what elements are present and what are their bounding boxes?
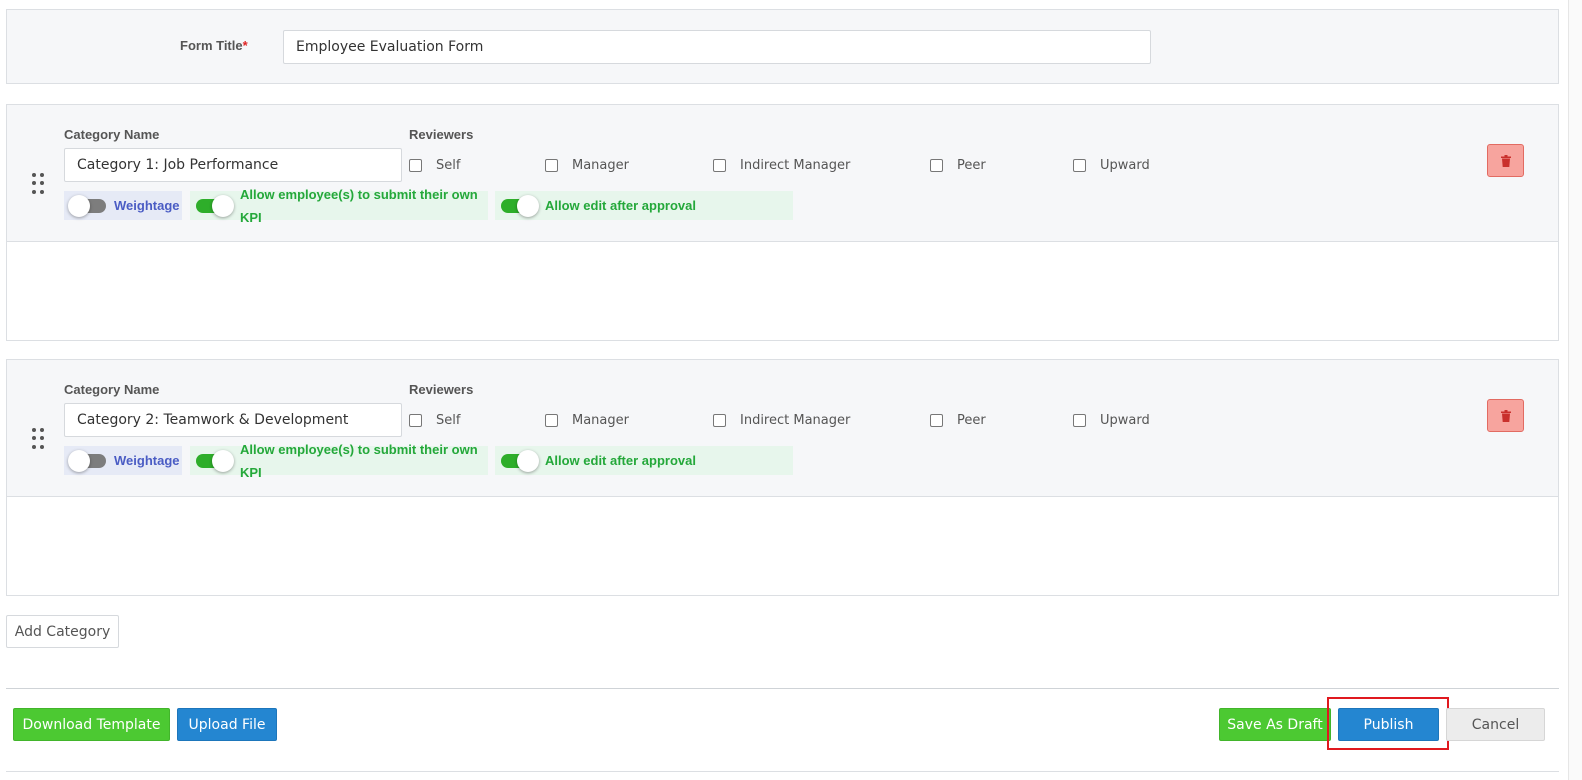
kpi-toggle[interactable] — [196, 449, 234, 472]
drag-handle-icon[interactable] — [32, 428, 44, 450]
weightage-toggle-block: Weightage — [64, 191, 182, 220]
category-card-1: Category Name Category 1: Job Performanc… — [6, 104, 1559, 242]
reviewers-label: Reviewers — [409, 127, 474, 142]
checkbox-box[interactable] — [930, 159, 943, 172]
toggle-knob — [68, 449, 90, 472]
kpi-toggle[interactable] — [196, 194, 234, 217]
reviewer-peer-checkbox[interactable]: Peer — [930, 158, 986, 173]
edit-after-approval-toggle-block: Allow edit after approval — [495, 191, 793, 220]
edit-after-approval-label: Allow edit after approval — [545, 453, 696, 468]
category-name-label: Category Name — [64, 382, 160, 397]
reviewer-upward-checkbox[interactable]: Upward — [1073, 413, 1150, 428]
cancel-button[interactable]: Cancel — [1446, 708, 1545, 741]
reviewer-self-checkbox[interactable]: Self — [409, 413, 460, 428]
weightage-toggle[interactable] — [68, 449, 106, 472]
add-category-button[interactable]: Add Category — [6, 615, 119, 648]
reviewer-indirect-manager-checkbox[interactable]: Indirect Manager — [713, 413, 850, 428]
kpi-label: Allow employee(s) to submit their own KP… — [240, 187, 478, 225]
category-body-2 — [6, 497, 1559, 596]
edit-after-approval-toggle[interactable] — [501, 194, 539, 217]
category-name-input[interactable]: Category 2: Teamwork & Development — [64, 403, 402, 437]
weightage-toggle[interactable] — [68, 194, 106, 217]
form-title-label: Form Title* — [180, 38, 248, 53]
trash-icon — [1500, 154, 1511, 167]
form-title-input[interactable]: Employee Evaluation Form — [283, 30, 1151, 64]
edit-after-approval-toggle[interactable] — [501, 449, 539, 472]
reviewers-label: Reviewers — [409, 382, 474, 397]
kpi-label: Allow employee(s) to submit their own KP… — [240, 442, 478, 480]
reviewer-peer-checkbox[interactable]: Peer — [930, 413, 986, 428]
checkbox-box[interactable] — [545, 159, 558, 172]
reviewer-manager-checkbox[interactable]: Manager — [545, 158, 629, 173]
required-mark: * — [242, 38, 248, 53]
drag-handle-icon[interactable] — [32, 173, 44, 195]
vertical-scrollbar[interactable] — [1568, 0, 1582, 780]
checkbox-box[interactable] — [409, 159, 422, 172]
checkbox-box[interactable] — [1073, 159, 1086, 172]
checkbox-box[interactable] — [713, 159, 726, 172]
weightage-toggle-block: Weightage — [64, 446, 182, 475]
checkbox-box[interactable] — [930, 414, 943, 427]
kpi-toggle-block: Allow employee(s) to submit their own KP… — [190, 442, 488, 480]
reviewer-manager-checkbox[interactable]: Manager — [545, 413, 629, 428]
reviewer-upward-checkbox[interactable]: Upward — [1073, 158, 1150, 173]
toggle-knob — [517, 194, 539, 217]
publish-highlight-box — [1327, 697, 1449, 750]
bottom-border — [6, 771, 1559, 772]
delete-category-button[interactable] — [1487, 144, 1524, 177]
toggle-knob — [212, 449, 234, 472]
checkbox-box[interactable] — [1073, 414, 1086, 427]
save-as-draft-button[interactable]: Save As Draft — [1219, 708, 1331, 741]
reviewer-self-checkbox[interactable]: Self — [409, 158, 460, 173]
weightage-label: Weightage — [114, 198, 180, 213]
reviewer-indirect-manager-checkbox[interactable]: Indirect Manager — [713, 158, 850, 173]
checkbox-box[interactable] — [545, 414, 558, 427]
trash-icon — [1500, 409, 1511, 422]
category-name-label: Category Name — [64, 127, 160, 142]
checkbox-box[interactable] — [713, 414, 726, 427]
delete-category-button[interactable] — [1487, 399, 1524, 432]
edit-after-approval-toggle-block: Allow edit after approval — [495, 446, 793, 475]
category-card-2: Category Name Category 2: Teamwork & Dev… — [6, 359, 1559, 497]
category-name-input[interactable]: Category 1: Job Performance — [64, 148, 402, 182]
weightage-label: Weightage — [114, 453, 180, 468]
download-template-button[interactable]: Download Template — [13, 708, 170, 741]
toggle-knob — [68, 194, 90, 217]
footer-divider — [6, 688, 1559, 689]
category-body-1 — [6, 242, 1559, 341]
kpi-toggle-block: Allow employee(s) to submit their own KP… — [190, 187, 488, 225]
toggle-knob — [212, 194, 234, 217]
checkbox-box[interactable] — [409, 414, 422, 427]
form-title-panel: Form Title* Employee Evaluation Form — [6, 9, 1559, 84]
edit-after-approval-label: Allow edit after approval — [545, 198, 696, 213]
upload-file-button[interactable]: Upload File — [177, 708, 277, 741]
toggle-knob — [517, 449, 539, 472]
